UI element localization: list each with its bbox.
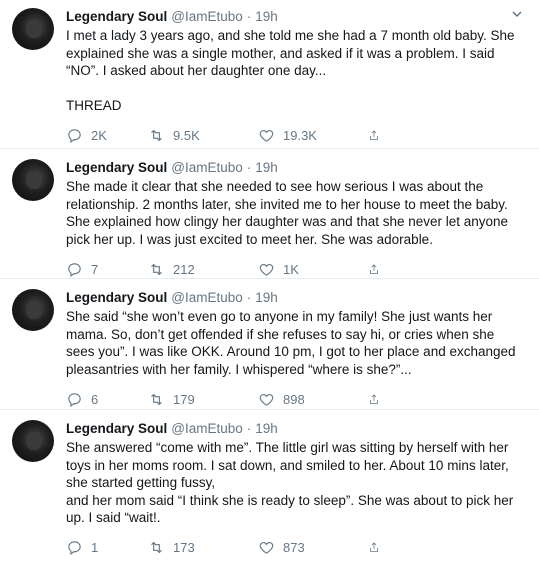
reply-icon: [68, 263, 81, 277]
tweet-actions: 2K 9.5K 19.3K: [66, 119, 525, 153]
avatar[interactable]: [12, 420, 54, 462]
like-count: 19.3K: [283, 128, 317, 144]
reply-icon: [68, 129, 81, 144]
retweet-count: 212: [173, 261, 195, 277]
reply-button[interactable]: 7: [66, 261, 148, 278]
reply-button[interactable]: 6: [66, 391, 148, 408]
reply-count: 1: [91, 540, 99, 556]
tweet-actions: 1 173 873: [66, 531, 525, 565]
retweet-icon: [151, 130, 162, 142]
reply-count: 6: [91, 391, 99, 407]
timestamp[interactable]: 19h: [255, 159, 278, 177]
heart-icon: [259, 542, 274, 555]
share-button[interactable]: [368, 539, 388, 556]
heart-icon: [259, 263, 274, 276]
author-handle[interactable]: @IamEtubo: [171, 289, 243, 307]
heart-icon: [259, 130, 274, 143]
like-button[interactable]: 19.3K: [258, 127, 368, 144]
author-name[interactable]: Legendary Soul: [66, 289, 167, 307]
reply-icon: [68, 541, 81, 556]
share-icon: [370, 264, 378, 274]
tweet-text: I met a lady 3 years ago, and she told m…: [66, 28, 515, 114]
retweet-count: 179: [173, 391, 195, 407]
timestamp[interactable]: 19h: [255, 8, 278, 26]
share-button[interactable]: [368, 127, 388, 144]
retweet-button[interactable]: 179: [148, 391, 258, 408]
chevron-down-icon[interactable]: [509, 6, 525, 22]
tweet-header: Legendary Soul @IamEtubo · 19h: [66, 159, 525, 177]
retweet-icon: [151, 542, 162, 554]
like-count: 1K: [283, 261, 299, 277]
reply-icon: [68, 393, 81, 407]
share-icon: [370, 542, 378, 553]
retweet-count: 9.5K: [173, 128, 200, 144]
like-button[interactable]: 898: [258, 391, 368, 408]
separator: ·: [246, 290, 252, 305]
tweet-header: Legendary Soul @IamEtubo · 19h: [66, 289, 525, 307]
separator: ·: [246, 421, 252, 436]
timestamp[interactable]: 19h: [255, 420, 278, 438]
retweet-count: 173: [173, 540, 195, 556]
timestamp[interactable]: 19h: [255, 289, 278, 307]
reply-count: 7: [91, 261, 99, 277]
tweet-header: Legendary Soul @IamEtubo · 19h: [66, 8, 525, 26]
author-handle[interactable]: @IamEtubo: [171, 8, 243, 26]
author-handle[interactable]: @IamEtubo: [171, 159, 243, 177]
tweet[interactable]: Legendary Soul @IamEtubo · 19h She said …: [0, 279, 539, 410]
separator: ·: [246, 160, 252, 175]
share-button[interactable]: [368, 261, 388, 278]
avatar[interactable]: [12, 8, 54, 50]
author-name[interactable]: Legendary Soul: [66, 8, 167, 26]
retweet-icon: [151, 393, 162, 406]
retweet-button[interactable]: 173: [148, 539, 258, 556]
tweet-text: She made it clear that she needed to see…: [66, 179, 509, 247]
tweet[interactable]: Legendary Soul @IamEtubo · 19h I met a l…: [0, 0, 539, 149]
like-button[interactable]: 1K: [258, 261, 368, 278]
share-button[interactable]: [368, 391, 388, 408]
tweet-text: She answered “come with me”. The little …: [66, 440, 514, 526]
tweet-text: She said “she won’t even go to anyone in…: [66, 309, 516, 377]
avatar[interactable]: [12, 289, 54, 331]
reply-button[interactable]: 2K: [66, 127, 148, 144]
tweet[interactable]: Legendary Soul @IamEtubo · 19h She made …: [0, 149, 539, 279]
share-icon: [370, 130, 378, 141]
author-name[interactable]: Legendary Soul: [66, 159, 167, 177]
like-count: 898: [283, 391, 305, 407]
separator: ·: [246, 9, 252, 24]
retweet-button[interactable]: 212: [148, 261, 258, 278]
reply-count: 2K: [91, 128, 107, 144]
reply-button[interactable]: 1: [66, 539, 148, 556]
like-button[interactable]: 873: [258, 539, 368, 556]
tweet-header: Legendary Soul @IamEtubo · 19h: [66, 420, 525, 438]
heart-icon: [259, 393, 274, 406]
share-icon: [370, 394, 378, 404]
author-name[interactable]: Legendary Soul: [66, 420, 167, 438]
retweet-icon: [151, 263, 162, 276]
avatar[interactable]: [12, 159, 54, 201]
retweet-button[interactable]: 9.5K: [148, 127, 258, 144]
tweet[interactable]: Legendary Soul @IamEtubo · 19h She answe…: [0, 410, 539, 565]
like-count: 873: [283, 540, 305, 556]
author-handle[interactable]: @IamEtubo: [171, 420, 243, 438]
tweet-feed: Legendary Soul @IamEtubo · 19h I met a l…: [0, 0, 539, 565]
